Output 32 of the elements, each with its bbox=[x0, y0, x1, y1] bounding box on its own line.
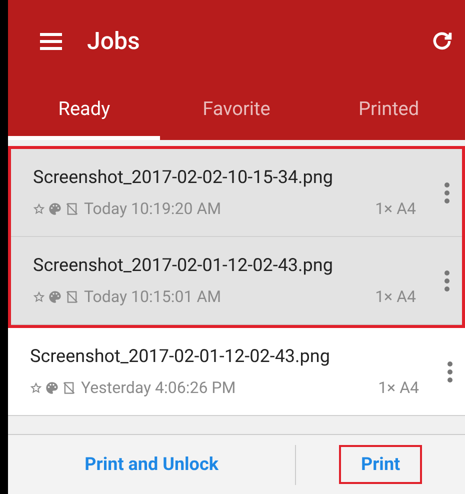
no-page-icon bbox=[65, 290, 79, 304]
file-name: Screenshot_2017-02-01-12-02-43.png bbox=[33, 254, 334, 278]
star-icon bbox=[30, 382, 42, 394]
copies-label: 1× A4 bbox=[378, 377, 419, 399]
star-icon bbox=[33, 291, 45, 303]
action-button[interactable]: Print bbox=[338, 445, 422, 484]
no-page-icon bbox=[65, 202, 79, 216]
palette-icon bbox=[48, 290, 62, 304]
refresh-icon[interactable] bbox=[431, 30, 453, 52]
no-page-icon bbox=[62, 381, 76, 395]
job-time: Today 10:15:01 AM bbox=[84, 286, 222, 308]
tab[interactable]: Favorite bbox=[160, 82, 313, 140]
tab[interactable]: Printed bbox=[312, 82, 465, 140]
file-name: Screenshot_2017-02-01-12-02-43.png bbox=[30, 345, 331, 369]
more-icon[interactable] bbox=[447, 360, 453, 382]
palette-icon bbox=[45, 381, 59, 395]
more-icon[interactable] bbox=[444, 270, 450, 292]
job-row[interactable]: Screenshot_2017-02-02-10-15-34.png Today 10:19:20 AM 1× A4 bbox=[11, 149, 462, 237]
copies-label: 1× A4 bbox=[375, 286, 416, 308]
job-time: Today 10:19:20 AM bbox=[84, 198, 222, 220]
job-row[interactable]: Screenshot_2017-02-01-12-02-43.png Today 10:15:01 AM 1× A4 bbox=[11, 237, 462, 325]
menu-icon[interactable] bbox=[40, 32, 62, 50]
job-time: Yesterday 4:06:26 PM bbox=[81, 377, 236, 399]
job-row[interactable]: Screenshot_2017-02-01-12-02-43.png Yesterday 4:06:26 PM 1× A4 bbox=[8, 328, 465, 416]
app-title: Jobs bbox=[87, 26, 140, 57]
action-button[interactable]: Print and Unlock bbox=[62, 445, 240, 484]
copies-label: 1× A4 bbox=[375, 198, 416, 220]
file-name: Screenshot_2017-02-02-10-15-34.png bbox=[33, 166, 334, 190]
star-icon bbox=[33, 203, 45, 215]
more-icon[interactable] bbox=[444, 182, 450, 204]
palette-icon bbox=[48, 202, 62, 216]
tab[interactable]: Ready bbox=[8, 82, 160, 140]
